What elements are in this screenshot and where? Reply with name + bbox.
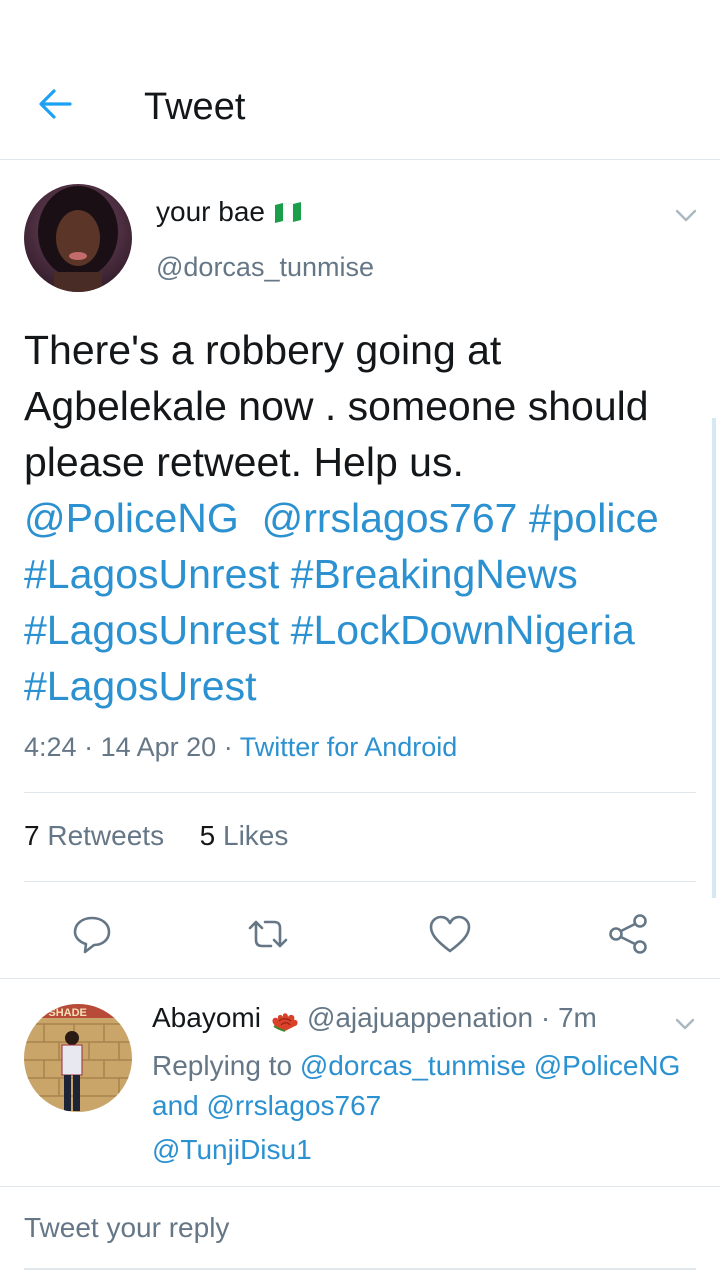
retweets-stat[interactable]: 7 Retweets <box>24 820 164 851</box>
reply-input-underline <box>24 1268 696 1270</box>
tweet-time: 4:24 <box>24 732 77 762</box>
tweet-text: There's a robbery going at Agbelekale no… <box>24 322 704 714</box>
tweet-text-line: please retweet. Help us. <box>24 439 464 485</box>
likes-label: Likes <box>223 820 289 851</box>
share-button[interactable] <box>604 910 652 958</box>
scrollbar[interactable] <box>712 418 716 898</box>
replying-to: Replying to @dorcas_tunmise @PoliceNG an… <box>152 1046 704 1126</box>
replying-prefix: Replying to <box>152 1050 293 1081</box>
chevron-down-icon[interactable] <box>672 204 700 226</box>
section-separator <box>0 978 720 979</box>
reply-text-mention[interactable]: @TunjiDisu1 <box>152 1134 312 1166</box>
avatar[interactable]: E SHADE <box>24 1004 132 1112</box>
tweet-hashtags-line[interactable]: #LagosUrest <box>24 658 704 714</box>
reply-author-name[interactable]: Abayomi <box>152 1002 261 1034</box>
replying-to-link[interactable]: @PoliceNG <box>534 1050 681 1081</box>
tweet-actions <box>0 900 720 978</box>
tweet-text-line: Agbelekale now . someone should <box>24 383 649 429</box>
user-handle[interactable]: @dorcas_tunmise <box>156 252 374 283</box>
reply-button[interactable] <box>68 910 116 958</box>
rose-icon <box>269 1003 301 1033</box>
section-separator <box>0 1186 720 1187</box>
reply-tweet[interactable]: E SHADE Abayomi @ajajuappenation · 7m Re… <box>0 980 720 1186</box>
arrow-left-icon <box>39 89 72 119</box>
nigeria-flag-icon <box>273 201 305 223</box>
reply-header: Abayomi @ajajuappenation · 7m <box>152 1002 597 1034</box>
app-header: Tweet <box>0 0 720 160</box>
reply-author-handle: @ajajuappenation · 7m <box>306 1002 597 1033</box>
display-name-text: your bae <box>156 196 265 227</box>
divider <box>24 792 696 793</box>
display-name[interactable]: your bae <box>156 196 305 228</box>
heart-icon <box>429 915 471 953</box>
reply-input[interactable]: Tweet your reply <box>24 1212 229 1244</box>
replying-and[interactable]: and <box>152 1090 199 1121</box>
avatar-image: E SHADE <box>24 1004 132 1112</box>
avatar-image <box>24 184 132 292</box>
replying-to-link[interactable]: @dorcas_tunmise <box>300 1050 526 1081</box>
avatar[interactable] <box>24 184 132 292</box>
retweets-label: Retweets <box>47 820 165 851</box>
tweet-mentions-line[interactable]: @PoliceNG @rrslagos767 #police <box>24 490 704 546</box>
share-icon <box>609 914 647 954</box>
like-button[interactable] <box>426 910 474 958</box>
likes-stat[interactable]: 5 Likes <box>200 820 289 851</box>
tweet-stats: 7 Retweets 5 Likes <box>24 820 288 852</box>
tweet-hashtags-line[interactable]: #LagosUnrest #BreakingNews <box>24 546 704 602</box>
retweet-icon <box>248 920 288 948</box>
retweets-count: 7 <box>24 820 40 851</box>
tweet-meta: 4:24 · 14 Apr 20 · Twitter for Android <box>24 732 458 762</box>
likes-count: 5 <box>199 820 216 851</box>
back-button[interactable] <box>34 82 78 126</box>
tweet-text-line: There's a robbery going at <box>24 327 502 373</box>
tweet-source-link[interactable]: Twitter for Android <box>240 732 458 762</box>
tweet-hashtags-line[interactable]: #LagosUnrest #LockDownNigeria <box>24 602 704 658</box>
divider <box>24 881 696 882</box>
reply-icon <box>73 916 111 954</box>
replying-to-link[interactable]: @rrslagos767 <box>207 1090 382 1121</box>
svg-text:E SHADE: E SHADE <box>38 1007 87 1019</box>
tweet-date: 14 Apr 20 <box>100 732 217 762</box>
page-title: Tweet <box>144 86 246 128</box>
chevron-down-icon[interactable] <box>672 1014 698 1034</box>
retweet-button[interactable] <box>244 910 292 958</box>
